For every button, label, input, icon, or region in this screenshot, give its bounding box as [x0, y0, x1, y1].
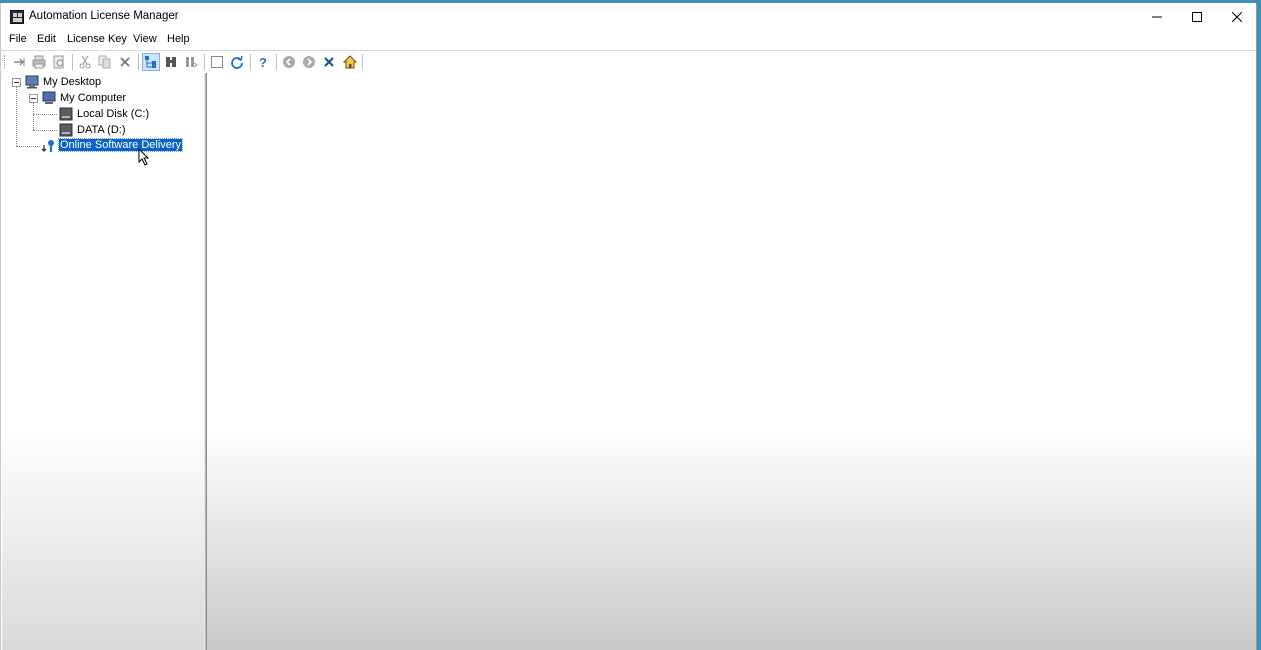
delete-icon[interactable]	[117, 54, 133, 70]
drive-icon	[59, 123, 73, 137]
menu-help[interactable]: Help	[167, 33, 190, 45]
find-next-icon[interactable]	[183, 54, 199, 70]
key-icon	[42, 140, 54, 152]
find-icon[interactable]	[163, 54, 179, 70]
print-preview-icon[interactable]	[51, 54, 67, 70]
toolbar: ?	[1, 50, 1256, 74]
app-window: Automation License Manager File Edit Lic…	[0, 3, 1257, 650]
home-icon[interactable]	[342, 54, 358, 70]
copy-icon[interactable]	[97, 54, 113, 70]
minimize-icon	[1152, 16, 1162, 17]
maximize-button[interactable]	[1177, 3, 1217, 30]
menu-view[interactable]: View	[133, 33, 157, 45]
drive-icon	[59, 107, 73, 121]
forward-icon[interactable]	[301, 54, 317, 70]
stop-icon[interactable]	[321, 54, 337, 70]
expand-toggle-desktop[interactable]	[12, 78, 21, 87]
computer-icon	[42, 91, 56, 104]
content-pane[interactable]	[207, 73, 1256, 650]
maximize-icon	[1192, 11, 1202, 22]
app-icon	[10, 10, 24, 24]
tree-view-icon[interactable]	[142, 53, 160, 71]
window-title: Automation License Manager	[29, 10, 179, 22]
tree-item-online-software-delivery[interactable]: Online Software Delivery	[57, 138, 184, 152]
help-icon[interactable]: ?	[255, 54, 271, 70]
minimize-button[interactable]	[1137, 3, 1177, 30]
menu-file[interactable]: File	[9, 33, 27, 45]
transfer-icon[interactable]	[11, 54, 27, 70]
toolbar-grip[interactable]	[4, 55, 7, 69]
cut-icon[interactable]	[77, 54, 93, 70]
menu-bar: File Edit License Key View Help	[1, 31, 1256, 49]
svg-text:?: ?	[259, 55, 267, 69]
menu-edit[interactable]: Edit	[37, 33, 56, 45]
expand-toggle-computer[interactable]	[29, 94, 38, 103]
navigation-tree[interactable]: My Desktop My Computer Local Disk (C:) D…	[2, 73, 204, 650]
back-icon[interactable]	[281, 54, 297, 70]
close-button[interactable]	[1217, 3, 1256, 30]
select-all-icon[interactable]	[209, 54, 225, 70]
close-icon	[1232, 11, 1242, 22]
title-bar[interactable]: Automation License Manager	[1, 3, 1256, 30]
desktop-icon	[25, 75, 39, 89]
tree-item-local-disk-c[interactable]: Local Disk (C:)	[77, 108, 149, 120]
print-icon[interactable]	[31, 54, 47, 70]
tree-item-my-computer[interactable]: My Computer	[60, 92, 126, 104]
menu-license-key[interactable]: License Key	[67, 33, 127, 45]
tree-item-my-desktop[interactable]: My Desktop	[43, 76, 101, 88]
mouse-cursor-icon	[138, 148, 150, 166]
tree-item-data-d[interactable]: DATA (D:)	[77, 124, 125, 136]
refresh-icon[interactable]	[229, 54, 245, 70]
